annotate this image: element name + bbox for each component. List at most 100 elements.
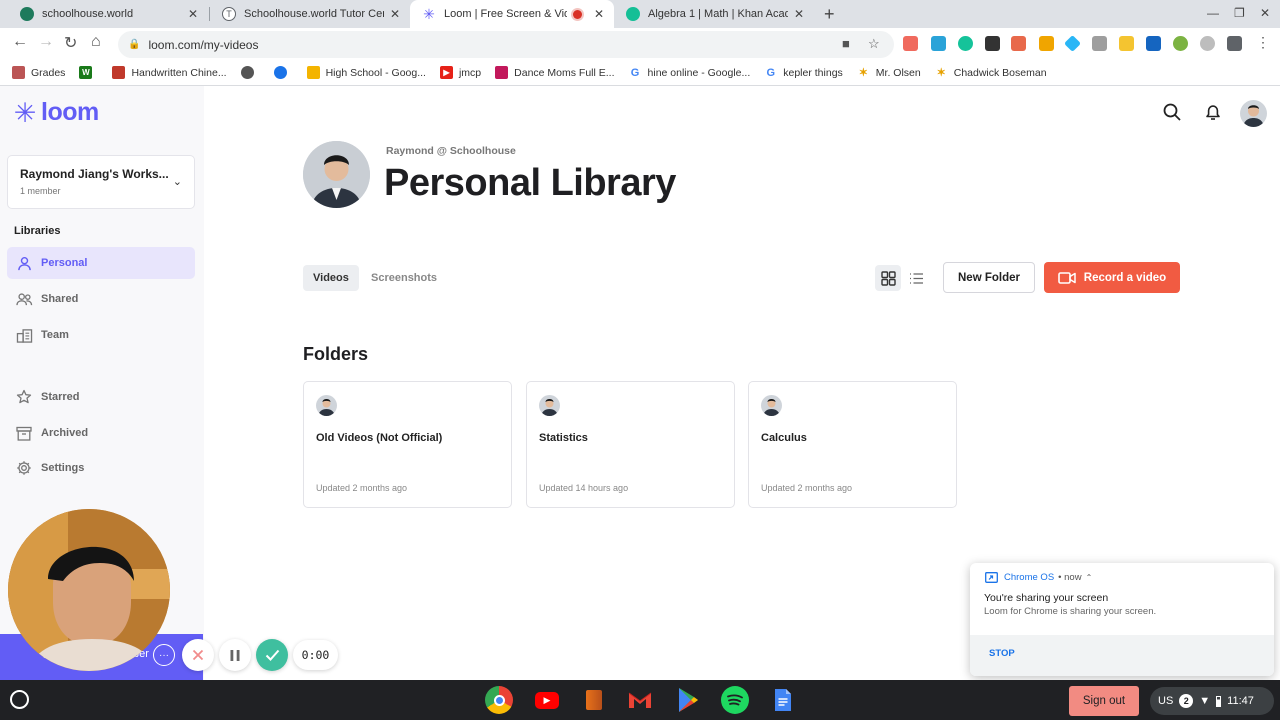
- extension-icon[interactable]: [903, 36, 918, 51]
- tab-videos[interactable]: Videos: [303, 265, 359, 291]
- folder-card[interactable]: Calculus Updated 2 months ago: [748, 381, 957, 508]
- extension-icon[interactable]: [985, 36, 1000, 51]
- home-icon[interactable]: ⌂: [91, 33, 101, 51]
- sidebar-item-shared[interactable]: Shared: [7, 283, 195, 315]
- finish-recording-button[interactable]: [256, 639, 288, 671]
- folder-updated: Updated 2 months ago: [761, 483, 853, 493]
- bookmark-high-school[interactable]: High School - Goog...: [306, 66, 426, 79]
- address-bar[interactable]: 🔒 loom.com/my-videos ■ ☆: [118, 31, 894, 58]
- tab-loom[interactable]: ✳ Loom | Free Screen & Video ✕: [410, 0, 614, 28]
- checkmark-icon: [265, 649, 279, 661]
- grid-view-icon[interactable]: [875, 265, 901, 291]
- globe-icon: [240, 66, 254, 79]
- folder-card[interactable]: Statistics Updated 14 hours ago: [526, 381, 735, 508]
- tab-title: schoolhouse.world: [42, 8, 134, 20]
- bookmark-jmcp[interactable]: ▶ jmcp: [439, 66, 481, 79]
- bookmark-hine-online[interactable]: Ghine online - Google...: [628, 66, 750, 79]
- bookmark-grades[interactable]: Grades: [12, 66, 65, 79]
- folder-card[interactable]: Old Videos (Not Official) Updated 2 mont…: [303, 381, 512, 508]
- extension-icon[interactable]: [1064, 35, 1081, 52]
- notification-body: Loom for Chrome is sharing your screen.: [984, 606, 1157, 617]
- tab-schoolhouse[interactable]: schoolhouse.world ✕: [8, 0, 208, 28]
- bookmark-star-icon[interactable]: ☆: [868, 36, 880, 52]
- sidebar-item-archived[interactable]: Archived: [7, 417, 195, 449]
- figure-icon: ✶: [856, 66, 870, 79]
- thumbs-up-icon[interactable]: [1119, 36, 1134, 51]
- record-video-button[interactable]: Record a video: [1044, 262, 1180, 293]
- extension-icon[interactable]: [1092, 36, 1107, 51]
- close-icon[interactable]: ✕: [794, 7, 804, 21]
- keyboard-locale: US: [1158, 695, 1174, 707]
- sidebar-item-settings[interactable]: Settings: [7, 452, 195, 484]
- close-icon[interactable]: ✕: [390, 7, 400, 21]
- cancel-recording-button[interactable]: [182, 639, 214, 671]
- sign-out-button[interactable]: Sign out: [1069, 686, 1139, 716]
- launcher-icon[interactable]: [10, 690, 29, 709]
- wifi-icon: ▼: [1199, 695, 1211, 707]
- user-avatar[interactable]: [1240, 100, 1267, 127]
- tab-khan-academy[interactable]: Algebra 1 | Math | Khan Academ ✕: [614, 0, 814, 28]
- close-icon[interactable]: ✕: [594, 7, 604, 21]
- tab-screenshots[interactable]: Screenshots: [361, 265, 447, 291]
- bookmark-dance-moms[interactable]: Dance Moms Full E...: [495, 66, 615, 79]
- sidebar-item-label: Starred: [41, 391, 80, 403]
- forward-icon[interactable]: →: [38, 33, 54, 51]
- bookmark-kepler-things[interactable]: Gkepler things: [764, 66, 843, 79]
- bookmark-globe[interactable]: [240, 66, 260, 79]
- search-icon[interactable]: [1162, 102, 1182, 127]
- puzzle-icon[interactable]: [1227, 36, 1242, 51]
- system-tray[interactable]: US 2 ▼ 11:47: [1150, 687, 1274, 715]
- bookmark-chadwick-boseman[interactable]: ✶ Chadwick Boseman: [934, 66, 1047, 79]
- list-view-icon[interactable]: [903, 265, 929, 291]
- extension-icon[interactable]: [931, 36, 946, 51]
- sidebar-item-personal[interactable]: Personal: [7, 247, 195, 279]
- extension-icon[interactable]: [1146, 36, 1161, 51]
- webcam-bubble[interactable]: [8, 509, 170, 671]
- pause-recording-button[interactable]: [219, 639, 251, 671]
- gear-icon: [273, 66, 287, 79]
- person-icon: [15, 254, 33, 272]
- menu-kebab-icon[interactable]: ⋮: [1256, 34, 1270, 51]
- bookmark-mr-olsen[interactable]: ✶ Mr. Olsen: [856, 66, 921, 79]
- notifications-bell-icon[interactable]: [1203, 102, 1223, 127]
- workspace-switcher[interactable]: Raymond Jiang's Works... 1 member ⌄: [7, 155, 195, 209]
- bookmark-gear[interactable]: [273, 66, 293, 79]
- camera-icon[interactable]: ■: [842, 36, 850, 51]
- google-docs-icon[interactable]: [769, 686, 797, 714]
- loom-logo[interactable]: ✳ loom: [12, 98, 100, 127]
- more-options-button[interactable]: ···: [153, 644, 175, 666]
- trophy-icon[interactable]: [1039, 36, 1054, 51]
- bookmark-label: Handwritten Chine...: [131, 66, 227, 79]
- books-icon[interactable]: [580, 686, 608, 714]
- extension-icon[interactable]: [1200, 36, 1215, 51]
- sidebar-item-starred[interactable]: Starred: [7, 381, 195, 413]
- tab-tutor-certification[interactable]: T Schoolhouse.world Tutor Certific ✕: [210, 0, 410, 28]
- new-tab-button[interactable]: +: [824, 4, 835, 25]
- google-icon: G: [764, 66, 778, 79]
- close-window-icon[interactable]: ✕: [1260, 6, 1270, 20]
- sidebar-item-team[interactable]: Team: [7, 319, 195, 351]
- avatar: [761, 395, 782, 416]
- grammarly-icon[interactable]: [958, 36, 973, 51]
- gmail-icon[interactable]: [626, 686, 654, 714]
- extension-icon[interactable]: [1173, 36, 1188, 51]
- reload-icon[interactable]: ↻: [64, 33, 77, 53]
- sidebar-item-label: Archived: [41, 427, 89, 439]
- restore-icon[interactable]: ❐: [1234, 6, 1245, 20]
- bookmark-icon: [12, 66, 25, 79]
- notification-footer: [970, 635, 1274, 676]
- close-icon[interactable]: ✕: [188, 7, 198, 21]
- stop-sharing-button[interactable]: STOP: [989, 648, 1015, 659]
- chevron-up-icon[interactable]: ⌃: [1086, 573, 1093, 582]
- play-store-icon[interactable]: [674, 686, 702, 714]
- extension-icon[interactable]: [1011, 36, 1026, 51]
- new-folder-button[interactable]: New Folder: [943, 262, 1035, 293]
- folder-name: Statistics: [539, 432, 588, 444]
- chrome-icon[interactable]: [485, 686, 513, 714]
- bookmark-handwritten-chinese[interactable]: Handwritten Chine...: [112, 66, 227, 79]
- minimize-icon[interactable]: —: [1207, 6, 1219, 20]
- bookmark-w[interactable]: W: [79, 66, 98, 79]
- youtube-icon[interactable]: ▶: [533, 686, 561, 714]
- spotify-icon[interactable]: [721, 686, 749, 714]
- back-icon[interactable]: ←: [12, 33, 28, 51]
